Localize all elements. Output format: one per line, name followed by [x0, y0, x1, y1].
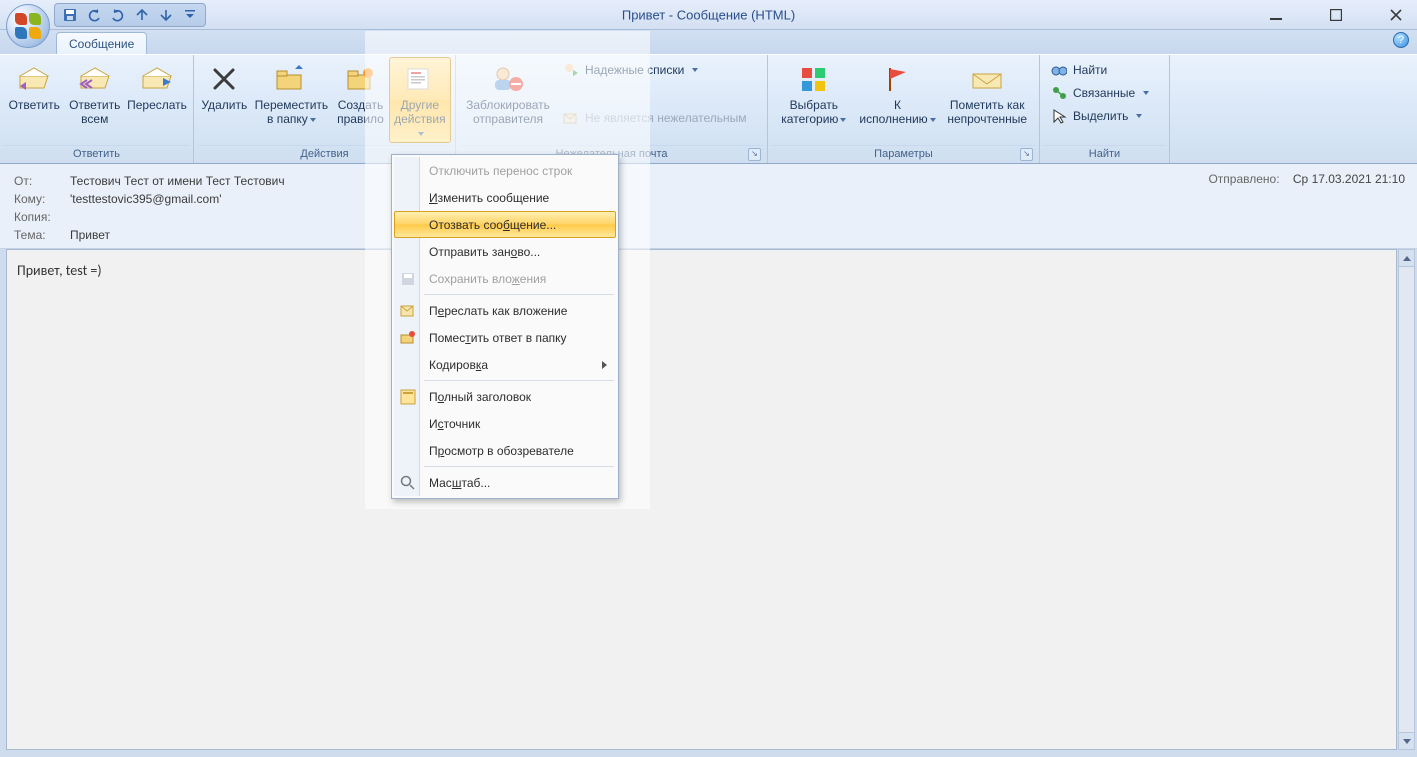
move-folder-icon [274, 62, 308, 96]
sent-value: Ср 17.03.2021 21:10 [1293, 172, 1405, 186]
quick-access-toolbar [54, 3, 206, 27]
group-label-find: Найти [1089, 148, 1120, 160]
qat-undo-button[interactable] [83, 5, 105, 25]
not-junk-icon [563, 110, 579, 126]
menu-save-attachments: Сохранить вложения [394, 265, 616, 292]
select-icon [1051, 108, 1067, 124]
reply-button[interactable]: Ответить [4, 57, 65, 115]
ribbon: Ответить Ответить всем Переслать Ответит… [0, 54, 1417, 164]
close-button[interactable] [1379, 5, 1413, 25]
junk-group-launcher[interactable]: ↘ [748, 148, 761, 161]
window-title: Привет - Сообщение (HTML) [622, 7, 795, 22]
options-group-launcher[interactable]: ↘ [1020, 148, 1033, 161]
qat-customize-button[interactable] [179, 5, 201, 25]
other-actions-icon [403, 62, 437, 96]
menu-separator [424, 380, 614, 381]
cc-label: Копия: [10, 208, 66, 226]
cc-value [66, 208, 289, 226]
menu-resend-message[interactable]: Отправить заново... [394, 238, 616, 265]
create-rule-icon [343, 62, 377, 96]
sent-label: Отправлено: [1208, 172, 1279, 186]
message-body[interactable]: Привет, test =) [6, 249, 1397, 750]
not-junk-button: Не является нежелательным [560, 107, 754, 129]
related-button[interactable]: Связанные [1048, 82, 1156, 104]
from-value: Тестович Тест от имени Тест Тестович [66, 172, 289, 190]
submenu-arrow-icon [602, 361, 607, 369]
scroll-down-button[interactable] [1399, 732, 1414, 749]
group-label-options: Параметры [874, 148, 933, 160]
menu-view-in-browser[interactable]: Просмотр в обозревателе [394, 437, 616, 464]
block-sender-icon [491, 62, 525, 96]
qat-prev-button[interactable] [131, 5, 153, 25]
office-logo-icon [15, 13, 41, 39]
save-attach-icon [400, 271, 416, 287]
office-button[interactable] [6, 4, 50, 48]
minimize-button[interactable] [1259, 5, 1293, 25]
other-actions-menu: Отключить перенос строк Изменить сообщен… [391, 154, 619, 499]
mark-unread-button[interactable]: Пометить как непрочтенные [939, 57, 1035, 129]
chevron-up-icon [1403, 256, 1411, 261]
categorize-icon [797, 62, 831, 96]
follow-up-button[interactable]: К исполнению [856, 57, 940, 129]
from-label: От: [10, 172, 66, 190]
qat-next-button[interactable] [155, 5, 177, 25]
safe-lists-icon [563, 62, 579, 78]
scroll-up-button[interactable] [1399, 250, 1414, 267]
find-button[interactable]: Найти [1048, 59, 1114, 81]
delete-icon [207, 62, 241, 96]
menu-toggle-wrap: Отключить перенос строк [394, 157, 616, 184]
to-value: 'testtestovic395@gmail.com' [66, 190, 289, 208]
chevron-down-icon [1403, 739, 1411, 744]
subject-label: Тема: [10, 226, 66, 244]
title-bar: Привет - Сообщение (HTML) [0, 0, 1417, 30]
menu-recall-message[interactable]: Отозвать сообщение... [394, 211, 616, 238]
binoculars-icon [1051, 62, 1067, 78]
select-button[interactable]: Выделить [1048, 105, 1149, 127]
menu-zoom[interactable]: Масштаб... [394, 469, 616, 496]
menu-move-reply-to-folder[interactable]: Поместить ответ в папку [394, 324, 616, 351]
full-header-icon [400, 389, 416, 405]
menu-full-header[interactable]: Полный заголовок [394, 383, 616, 410]
group-label-reply: Ответить [73, 148, 120, 160]
delete-button[interactable]: Удалить [198, 57, 251, 115]
qat-redo-button[interactable] [107, 5, 129, 25]
categorize-button[interactable]: Выбрать категорию [772, 57, 856, 129]
maximize-button[interactable] [1319, 5, 1353, 25]
fwd-attach-icon [400, 303, 416, 319]
other-actions-button[interactable]: Другие действия [389, 57, 451, 143]
help-button[interactable]: ? [1393, 32, 1409, 48]
menu-edit-message[interactable]: Изменить сообщение [394, 184, 616, 211]
move-reply-icon [400, 330, 416, 346]
tab-message[interactable]: Сообщение [56, 32, 147, 54]
reply-icon [17, 62, 51, 96]
reply-all-button[interactable]: Ответить всем [65, 57, 126, 129]
mark-unread-icon [970, 62, 1004, 96]
subject-value: Привет [66, 226, 289, 244]
to-label: Кому: [10, 190, 66, 208]
create-rule-button[interactable]: Создать правило [332, 57, 388, 129]
menu-separator [424, 466, 614, 467]
message-header: Отправлено: Ср 17.03.2021 21:10 От: Тест… [0, 164, 1417, 249]
forward-icon [140, 62, 174, 96]
vertical-scrollbar[interactable] [1398, 249, 1415, 750]
block-sender-button[interactable]: Заблокировать отправителя [460, 57, 556, 129]
menu-forward-as-attachment[interactable]: Переслать как вложение [394, 297, 616, 324]
group-label-actions: Действия [300, 148, 348, 160]
menu-encoding[interactable]: Кодировка [394, 351, 616, 378]
flag-icon [881, 62, 915, 96]
menu-separator [424, 294, 614, 295]
ribbon-tab-row: Сообщение ? [0, 30, 1417, 54]
move-to-folder-button[interactable]: Переместить в папку [251, 57, 333, 129]
forward-button[interactable]: Переслать [125, 57, 189, 115]
menu-view-source[interactable]: Источник [394, 410, 616, 437]
related-icon [1051, 85, 1067, 101]
qat-save-button[interactable] [59, 5, 81, 25]
zoom-icon [400, 475, 416, 491]
reply-all-icon [78, 62, 112, 96]
message-body-area: Привет, test =) [0, 249, 1417, 752]
safe-lists-button[interactable]: Надежные списки [560, 59, 705, 81]
